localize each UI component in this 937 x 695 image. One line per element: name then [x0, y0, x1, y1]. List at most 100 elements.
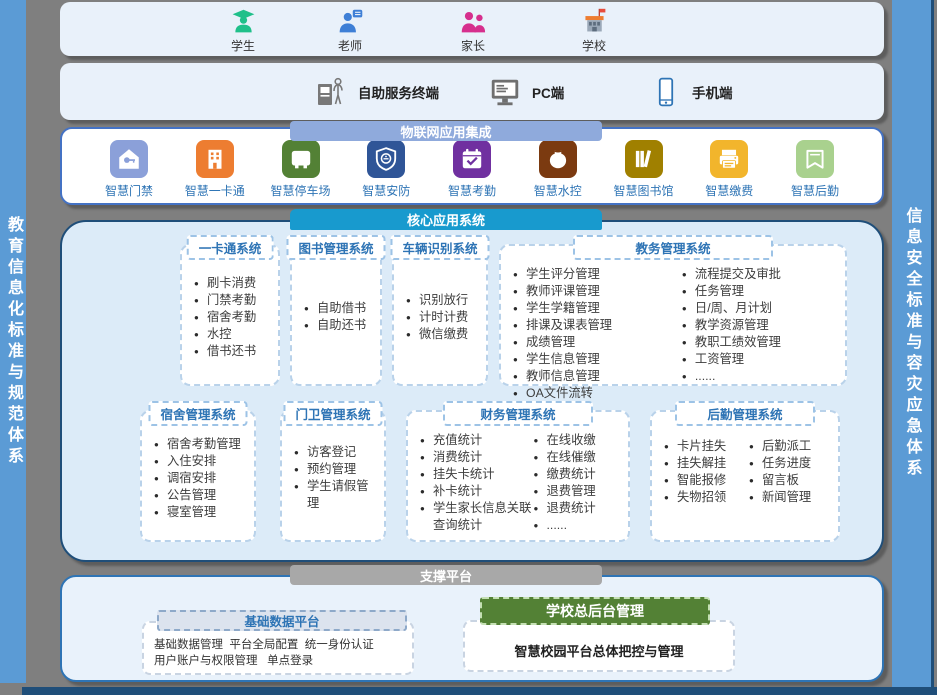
system-item-list: 卡片挂失挂失解挂智能报修失物招领 — [664, 438, 749, 506]
school-icon — [580, 7, 609, 36]
support-section-tab: 支撑平台 — [290, 565, 602, 585]
iot-item-onecard: 智慧一卡通 — [176, 140, 254, 199]
attendance-icon — [453, 140, 491, 178]
system-item: 在线催缴 — [534, 449, 623, 466]
system-item: 工资管理 — [682, 351, 839, 368]
system-item: 退费统计 — [534, 500, 623, 517]
role-student: 学生 — [203, 7, 283, 54]
iot-item-logistics: 智慧后勤 — [776, 140, 854, 199]
system-box-onecard: 一卡通系统 刷卡消费门禁考勤宿舍考勤水控借书还书 — [180, 244, 280, 386]
system-box-library: 图书管理系统 自助借书自助还书 — [290, 244, 382, 386]
terminal-label: 手机端 — [692, 82, 733, 102]
system-item: 任务管理 — [682, 283, 839, 300]
door-access-icon — [110, 140, 148, 178]
iot-item-label: 智慧门禁 — [105, 182, 153, 199]
system-item: 挂失卡统计 — [420, 466, 534, 483]
system-item: 预约管理 — [294, 461, 378, 478]
system-item: 在线收缴 — [534, 432, 623, 449]
system-item: 学生请假管理 — [294, 478, 378, 512]
role-label: 学生 — [203, 37, 283, 54]
library-icon — [625, 140, 663, 178]
system-item: 计时计费 — [406, 309, 468, 326]
system-item: 学生学籍管理 — [513, 300, 682, 317]
role-teacher: 老师 — [310, 7, 390, 54]
system-item: 学生家长信息关联查询统计 — [420, 500, 534, 534]
terminal-phone: 手机端 — [650, 63, 733, 120]
right-pillar: 信息安全标准与容灾应急体系 — [892, 0, 934, 687]
system-box-vehicle: 车辆识别系统 识别放行计时计费微信缴费 — [392, 244, 488, 386]
system-title: 门卫管理系统 — [283, 401, 382, 426]
system-item: 门禁考勤 — [194, 292, 256, 309]
bottom-bar — [22, 687, 937, 695]
onecard-icon — [196, 140, 234, 178]
iot-item-label: 智慧图书馆 — [613, 182, 673, 199]
system-box-finance: 财务管理系统 充值统计消费统计挂失卡统计补卡统计学生家长信息关联查询统计 在线收… — [406, 410, 630, 542]
system-item: 学生信息管理 — [513, 351, 682, 368]
system-item: OA文件流转 — [513, 385, 682, 402]
base-data-platform-header: 基础数据平台 — [157, 610, 407, 631]
iot-item-label: 智慧水控 — [534, 182, 582, 199]
system-item: 识别放行 — [406, 292, 468, 309]
school-backend-box: 智慧校园平台总体把控与管理 — [463, 620, 735, 672]
system-item-list: 刷卡消费门禁考勤宿舍考勤水控借书还书 — [194, 275, 256, 360]
system-item: 后勤派工 — [749, 438, 832, 455]
role-label: 老师 — [310, 37, 390, 54]
phone-icon — [650, 76, 682, 108]
school-backend-header: 学校总后台管理 — [480, 597, 710, 625]
system-title: 车辆识别系统 — [390, 235, 489, 260]
system-item: 调宿安排 — [154, 470, 241, 487]
system-item: 排课及课表管理 — [513, 317, 682, 334]
iot-item-label: 智慧考勤 — [448, 182, 496, 199]
system-box-logistics: 后勤管理系统 卡片挂失挂失解挂智能报修失物招领 后勤派工任务进度留言板新闻管理 — [650, 410, 840, 542]
support-section-title: 支撑平台 — [420, 566, 472, 585]
system-item: 学生评分管理 — [513, 266, 682, 283]
role-school: 学校 — [554, 7, 634, 54]
core-section-tab: 核心应用系统 — [290, 209, 602, 230]
system-item: 挂失解挂 — [664, 455, 749, 472]
left-pillar: 教育信息化标准与规范体系 — [0, 0, 26, 683]
system-item: 退费管理 — [534, 483, 623, 500]
system-title: 教务管理系统 — [573, 235, 773, 260]
system-item: 微信缴费 — [406, 326, 468, 343]
system-item: 自助借书 — [304, 300, 366, 317]
user-roles-band: 学生 老师 家长 — [60, 2, 884, 56]
iot-item-parking: 智慧停车场 — [262, 140, 340, 199]
system-item: 充值统计 — [420, 432, 534, 449]
system-item: 访客登记 — [294, 444, 378, 461]
system-item: 水控 — [194, 326, 256, 343]
student-icon — [229, 7, 258, 36]
system-item: ...... — [534, 517, 623, 534]
terminal-label: PC端 — [532, 82, 564, 102]
terminals-band: 自助服务终端 PC端 手机端 — [60, 63, 884, 120]
iot-item-payment: 智慧缴费 — [690, 140, 768, 199]
system-item: 寝室管理 — [154, 504, 241, 521]
system-item: 日/周、月计划 — [682, 300, 839, 317]
parents-icon — [459, 7, 488, 36]
system-item: 任务进度 — [749, 455, 832, 472]
iot-item-label: 智慧缴费 — [705, 182, 753, 199]
kiosk-icon — [312, 74, 348, 110]
terminal-label: 自助服务终端 — [358, 82, 439, 102]
role-label: 学校 — [554, 37, 634, 54]
iot-row: 智慧门禁 智慧一卡通 — [90, 140, 854, 199]
logistics-icon — [796, 140, 834, 178]
system-item-list: 流程提交及审批任务管理日/周、月计划教学资源管理教职工绩效管理工资管理.....… — [682, 266, 839, 385]
terminal-pc: PC端 — [488, 63, 564, 120]
iot-item-security: 智慧安防 — [347, 140, 425, 199]
base-data-platform-line: 用户账户与权限管理 单点登录 — [154, 653, 412, 669]
role-parents: 家长 — [433, 7, 513, 54]
system-item: 补卡统计 — [420, 483, 534, 500]
security-icon — [367, 140, 405, 178]
system-item: 智能报修 — [664, 472, 749, 489]
parking-icon — [282, 140, 320, 178]
system-item: 成绩管理 — [513, 334, 682, 351]
system-item: 入住安排 — [154, 453, 241, 470]
system-item-list: 充值统计消费统计挂失卡统计补卡统计学生家长信息关联查询统计 — [420, 432, 534, 534]
iot-item-attendance: 智慧考勤 — [433, 140, 511, 199]
system-item: 卡片挂失 — [664, 438, 749, 455]
system-box-gatekeeper: 门卫管理系统 访客登记预约管理学生请假管理 — [280, 410, 386, 542]
system-item: 留言板 — [749, 472, 832, 489]
iot-item-label: 智慧一卡通 — [185, 182, 245, 199]
system-title: 宿舍管理系统 — [148, 401, 247, 426]
iot-item-door-access: 智慧门禁 — [90, 140, 168, 199]
